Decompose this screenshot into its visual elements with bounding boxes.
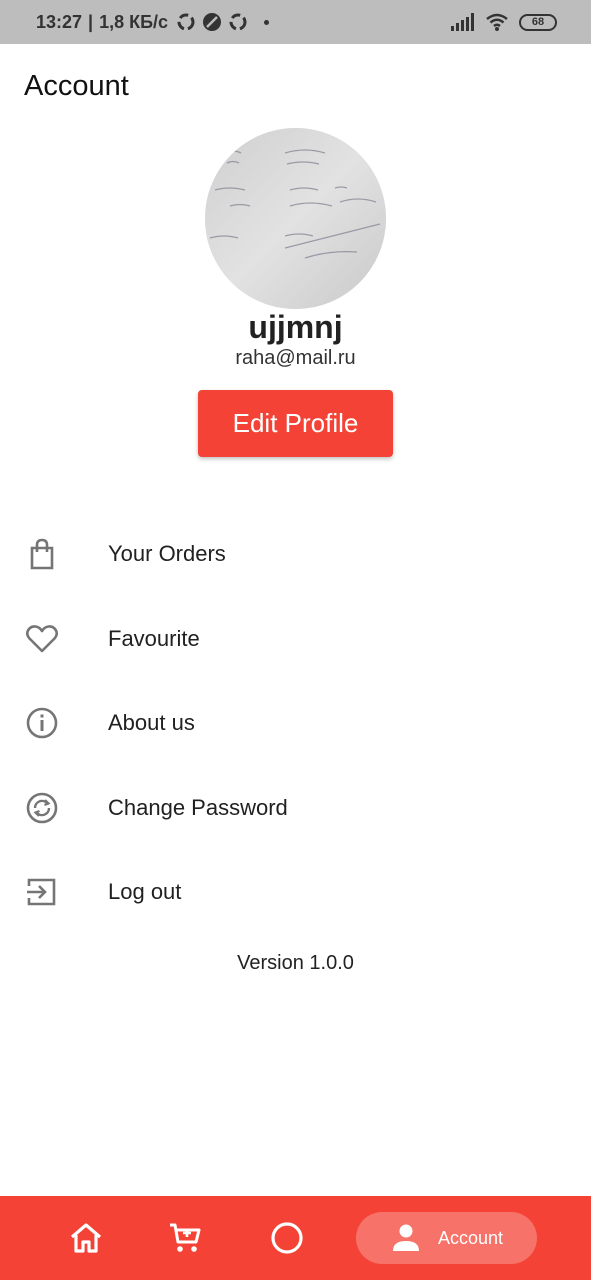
notification-icons	[176, 12, 248, 32]
sync-icon	[229, 13, 247, 31]
status-time: 13:27	[36, 11, 83, 32]
shopping-bag-icon	[24, 536, 60, 572]
menu-item-label: Log out	[108, 879, 182, 905]
menu-item-label: Change Password	[108, 794, 288, 820]
menu-item-log-out[interactable]: Log out	[0, 850, 591, 935]
menu-item-your-orders[interactable]: Your Orders	[0, 512, 591, 597]
home-icon	[70, 1223, 102, 1253]
battery-icon: 68	[519, 13, 557, 31]
circle-icon	[271, 1222, 303, 1254]
menu-item-label: Favourite	[108, 625, 200, 651]
wifi-icon	[486, 13, 508, 31]
edit-profile-button[interactable]: Edit Profile	[198, 390, 393, 457]
change-password-icon	[24, 790, 60, 826]
menu-item-change-password[interactable]: Change Password	[0, 766, 591, 851]
info-icon	[24, 705, 60, 741]
username: ujjmnj	[248, 309, 343, 345]
app-version: Version 1.0.0	[237, 952, 354, 974]
nav-circle[interactable]	[267, 1196, 307, 1280]
compass-icon	[203, 13, 222, 31]
nav-home[interactable]	[66, 1196, 106, 1280]
nav-cart[interactable]	[165, 1196, 205, 1280]
nav-account-label: Account	[438, 1227, 504, 1248]
account-menu: Your Orders Favourite About us Change Pa…	[0, 512, 591, 935]
menu-item-about-us[interactable]: About us	[0, 681, 591, 766]
status-separator: |	[88, 11, 94, 32]
user-email: raha@mail.ru	[235, 347, 356, 369]
avatar[interactable]	[205, 128, 386, 309]
status-bar: 13:27 | 1,8 КБ/с 68	[0, 0, 591, 44]
logout-icon	[24, 874, 60, 910]
menu-item-favourite[interactable]: Favourite	[0, 597, 591, 682]
menu-item-label: Your Orders	[108, 541, 226, 567]
nav-account[interactable]: Account	[356, 1212, 537, 1264]
notification-dot	[264, 19, 270, 25]
sync-icon	[177, 13, 195, 31]
heart-icon	[24, 621, 60, 657]
avatar-image	[205, 128, 386, 309]
bottom-nav: Account	[0, 1196, 591, 1280]
account-icon	[393, 1224, 419, 1251]
page-title: Account	[24, 70, 129, 102]
status-left: 13:27 | 1,8 КБ/с	[36, 11, 270, 33]
signal-icon	[451, 13, 474, 31]
status-right: 68	[451, 12, 557, 32]
status-network-speed: 1,8 КБ/с	[99, 11, 169, 32]
cart-icon	[170, 1223, 201, 1252]
menu-item-label: About us	[108, 710, 195, 736]
